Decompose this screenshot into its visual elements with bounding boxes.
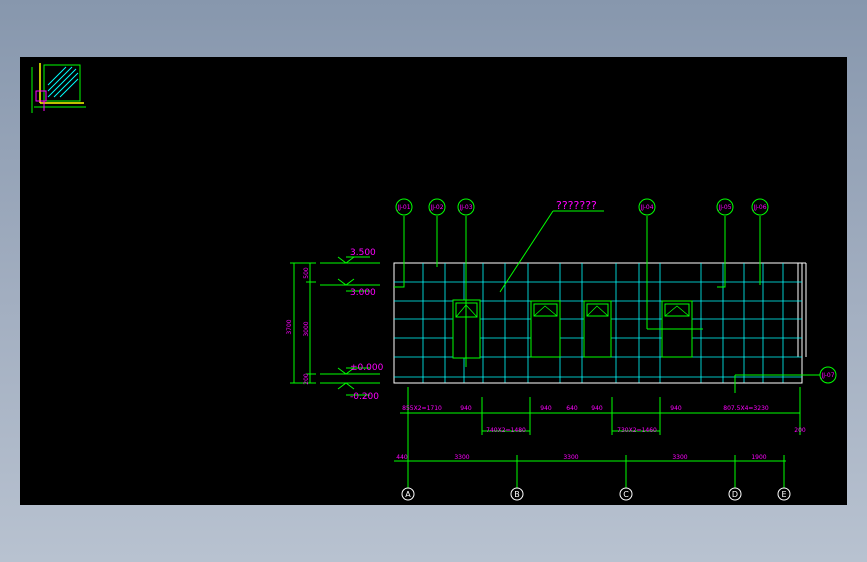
dim-row2-0: 740X2=1480 bbox=[486, 427, 526, 434]
title-note: ??????? bbox=[556, 199, 597, 212]
dim-row1-5: 940 bbox=[670, 405, 682, 412]
elevation-drawing: JJ-01 JJ-02 JJ-03 JJ-04 JJ-05 JJ-06 JJ-0… bbox=[31, 63, 837, 501]
elevation-bottom: -0.200 bbox=[350, 392, 379, 402]
axis-b: B bbox=[514, 490, 520, 499]
dim-row1-2: 940 bbox=[540, 405, 552, 412]
elevation-floor-top: 3.000 bbox=[350, 288, 376, 298]
dim-row3-1: 3300 bbox=[454, 454, 469, 461]
dim-row1-4: 940 bbox=[591, 405, 603, 412]
callout-jj05: JJ-05 bbox=[717, 204, 731, 211]
dim-row1-3: 640 bbox=[566, 405, 578, 412]
callout-jj01: JJ-01 bbox=[396, 204, 410, 211]
dim-upper: 500 bbox=[303, 267, 310, 279]
dim-row2-1: 730X2=1460 bbox=[617, 427, 657, 434]
elevation-top: 3.500 bbox=[350, 248, 376, 258]
callout-jj02: JJ-02 bbox=[429, 204, 443, 211]
dim-row3-2: 3300 bbox=[563, 454, 578, 461]
ucs-icon bbox=[31, 63, 86, 113]
dim-middle: 3000 bbox=[303, 321, 310, 336]
axis-c: C bbox=[623, 490, 629, 499]
cad-viewport[interactable]: JJ-01 JJ-02 JJ-03 JJ-04 JJ-05 JJ-06 JJ-0… bbox=[20, 57, 847, 505]
horizontal-dimensions bbox=[394, 387, 801, 497]
axis-d: D bbox=[732, 490, 738, 499]
dim-row1-6: 807.5X4=3230 bbox=[723, 405, 769, 412]
callout-jj07: JJ-07 bbox=[820, 372, 834, 379]
axis-e: E bbox=[781, 490, 786, 499]
elevation-marker-icon bbox=[320, 256, 380, 396]
dim-row3-0: 440 bbox=[396, 454, 408, 461]
dim-row1-1: 940 bbox=[460, 405, 472, 412]
dim-lower: 200 bbox=[303, 373, 310, 385]
dim-row3-4: 1900 bbox=[751, 454, 766, 461]
dim-row3-3: 3300 bbox=[672, 454, 687, 461]
callout-jj06: JJ-06 bbox=[752, 204, 766, 211]
elevation-ground: ±0.000 bbox=[350, 363, 384, 373]
axis-a: A bbox=[405, 490, 411, 499]
callout-jj03: JJ-03 bbox=[458, 204, 472, 211]
dim-row2-2: 200 bbox=[794, 427, 806, 434]
dim-total: 3700 bbox=[286, 319, 293, 334]
callout-jj04: JJ-04 bbox=[639, 204, 653, 211]
dim-row1-0: 855X2=1710 bbox=[402, 405, 442, 412]
